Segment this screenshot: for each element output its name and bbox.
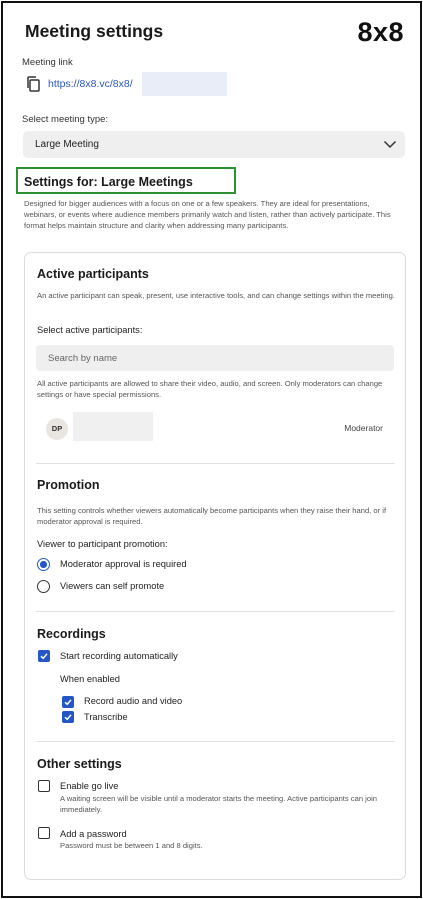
settings-description: Designed for bigger audiences with a foc… [24, 199, 391, 230]
meeting-link-row: https://8x8.vc/8x8/ [22, 72, 242, 96]
radio-self-promote[interactable] [37, 580, 50, 593]
avatar: DP [46, 418, 68, 440]
meeting-type-label: Select meeting type: [22, 114, 109, 125]
meeting-link-label: Meeting link [22, 57, 73, 68]
chevron-down-icon [383, 140, 397, 149]
check-icon [40, 653, 48, 660]
search-input[interactable] [36, 345, 394, 371]
select-participants-label: Select active participants: [37, 325, 143, 335]
transcribe-checkbox[interactable] [62, 711, 74, 723]
active-participants-title: Active participants [37, 267, 149, 281]
active-participants-note: All active participants are allowed to s… [37, 379, 383, 399]
brand-logo: 8x8 [357, 17, 404, 47]
meeting-link-url[interactable]: https://8x8.vc/8x8/ [48, 78, 133, 90]
radio-self-promote-label[interactable]: Viewers can self promote [60, 581, 164, 591]
promotion-title: Promotion [37, 478, 100, 492]
settings-heading: Settings for: Large Meetings [24, 175, 193, 189]
other-settings-title: Other settings [37, 757, 122, 771]
when-enabled-label: When enabled [60, 674, 120, 684]
go-live-label[interactable]: Enable go live [60, 781, 118, 791]
active-participants-description: An active participant can speak, present… [37, 291, 395, 300]
recordings-title: Recordings [37, 627, 106, 641]
check-icon [64, 699, 72, 706]
settings-heading-highlight: Settings for: Large Meetings [16, 167, 236, 194]
participant-role: Moderator [344, 423, 383, 433]
divider [36, 611, 395, 612]
settings-card: Active participants An active participan… [24, 252, 406, 880]
header: Meeting settings 8x8 [25, 17, 404, 49]
redacted-link-suffix [142, 72, 227, 96]
go-live-checkbox[interactable] [38, 780, 50, 792]
divider [36, 741, 395, 742]
radio-moderator-approval-label[interactable]: Moderator approval is required [60, 559, 187, 569]
check-icon [64, 714, 72, 721]
record-audio-video-label[interactable]: Record audio and video [84, 696, 182, 706]
radio-moderator-approval[interactable] [37, 558, 50, 571]
start-recording-checkbox[interactable] [38, 650, 50, 662]
password-label[interactable]: Add a password [60, 829, 127, 839]
promotion-description: This setting controls whether viewers au… [37, 506, 387, 526]
password-checkbox[interactable] [38, 827, 50, 839]
record-audio-video-checkbox[interactable] [62, 696, 74, 708]
page-title: Meeting settings [25, 21, 164, 41]
go-live-hint: A waiting screen will be visible until a… [60, 794, 377, 814]
start-recording-label[interactable]: Start recording automatically [60, 651, 178, 661]
divider [36, 463, 395, 464]
password-hint: Password must be between 1 and 8 digits. [60, 841, 203, 850]
promotion-label: Viewer to participant promotion: [37, 539, 168, 549]
transcribe-label[interactable]: Transcribe [84, 712, 128, 722]
copy-icon[interactable] [26, 76, 40, 92]
meeting-type-select[interactable]: Large Meeting [23, 131, 405, 158]
meeting-type-value: Large Meeting [35, 139, 99, 150]
redacted-participant-name [73, 412, 153, 441]
